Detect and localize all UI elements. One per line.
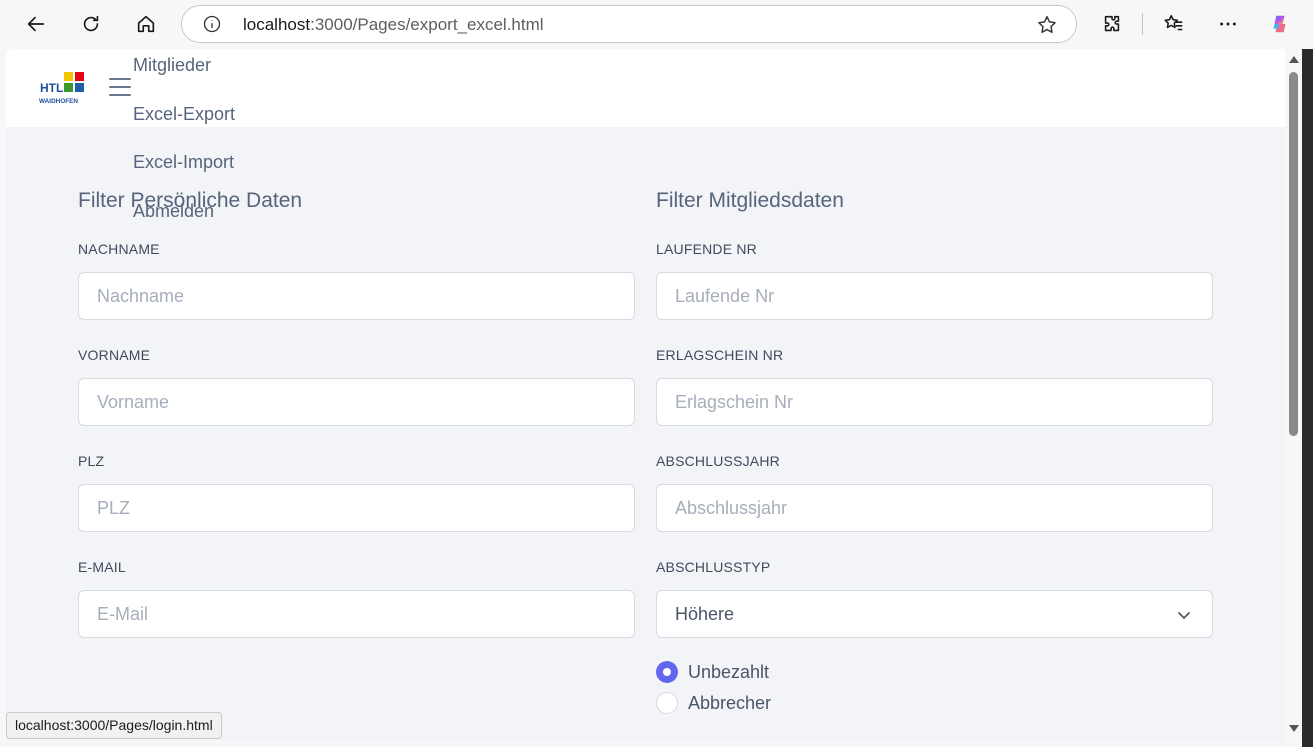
main-nav: Mitglieder Excel-Export Excel-Import Abm… [133,53,235,247]
abbrecher-radio[interactable] [656,692,678,714]
nachname-label: NACHNAME [78,241,160,257]
htl-logo: HTL WAIDHOFEN [39,72,84,105]
window-bottom [0,741,1302,747]
unbezahlt-label: Unbezahlt [688,662,770,682]
laufende-nr-input[interactable] [656,272,1213,320]
svg-text:WAIDHOFEN: WAIDHOFEN [39,98,78,105]
reload-button[interactable] [74,7,108,41]
email-input[interactable] [78,590,635,638]
chevron-down-icon [1178,612,1190,619]
more-icon [1220,22,1236,26]
address-bar[interactable]: localhost:3000/Pages/export_excel.html [181,5,1077,43]
scroll-thumb[interactable] [1289,72,1298,436]
plz-input[interactable] [78,484,635,532]
back-button[interactable] [19,7,53,41]
hamburger-icon[interactable] [109,78,133,98]
back-icon [27,16,45,32]
info-icon[interactable] [202,14,222,34]
more-button[interactable] [1211,7,1245,41]
vorname-label: VORNAME [78,347,151,363]
page-scrollbar[interactable] [1285,49,1302,741]
home-button[interactable] [129,7,163,41]
abschlussjahr-input[interactable] [656,484,1213,532]
scroll-up-icon[interactable] [1289,56,1299,63]
email-label: E-MAIL [78,559,126,575]
reload-icon [83,15,99,32]
abbrecher-label: Abbrecher [688,693,772,713]
erlagschein-nr-label: ERLAGSCHEIN NR [656,347,784,363]
personal-filter-title: Filter Persönliche Daten [78,189,303,212]
favorites-icon [1164,14,1183,31]
extensions-icon [1104,15,1120,32]
nachname-input[interactable] [78,272,635,320]
extensions-button[interactable] [1095,7,1129,41]
address-url: localhost:3000/Pages/export_excel.html [243,15,544,34]
nav-item-excel-export[interactable]: Excel-Export [133,102,235,151]
erlagschein-nr-input[interactable] [656,378,1213,426]
copilot-icon [1273,15,1286,33]
scroll-down-icon[interactable] [1289,725,1299,732]
abschlussjahr-label: ABSCHLUSSJAHR [656,453,780,469]
svg-text:HTL: HTL [40,81,63,95]
unbezahlt-radio[interactable] [656,661,678,683]
laufende-nr-label: LAUFENDE NR [656,241,757,257]
star-icon[interactable] [1036,14,1058,36]
nav-item-mitglieder[interactable]: Mitglieder [133,53,235,102]
abschlusstyp-label: ABSCHLUSSTYP [656,559,771,575]
home-icon [137,15,155,33]
copilot-button[interactable] [1263,7,1297,41]
abschlusstyp-select[interactable]: Höhere [656,590,1213,638]
abschlusstyp-value: Höhere [675,604,735,624]
plz-label: PLZ [78,453,105,469]
window-edge [1302,49,1313,747]
member-filter-title: Filter Mitgliedsdaten [656,189,844,212]
vorname-input[interactable] [78,378,635,426]
browser-toolbar: localhost:3000/Pages/export_excel.html [0,0,1313,49]
favorites-button[interactable] [1157,7,1191,41]
toolbar-separator [1142,13,1143,35]
page-viewport: HTL WAIDHOFEN Mitglieder Excel-Export Ex… [6,49,1285,741]
status-bar-url: localhost:3000/Pages/login.html [6,712,222,739]
